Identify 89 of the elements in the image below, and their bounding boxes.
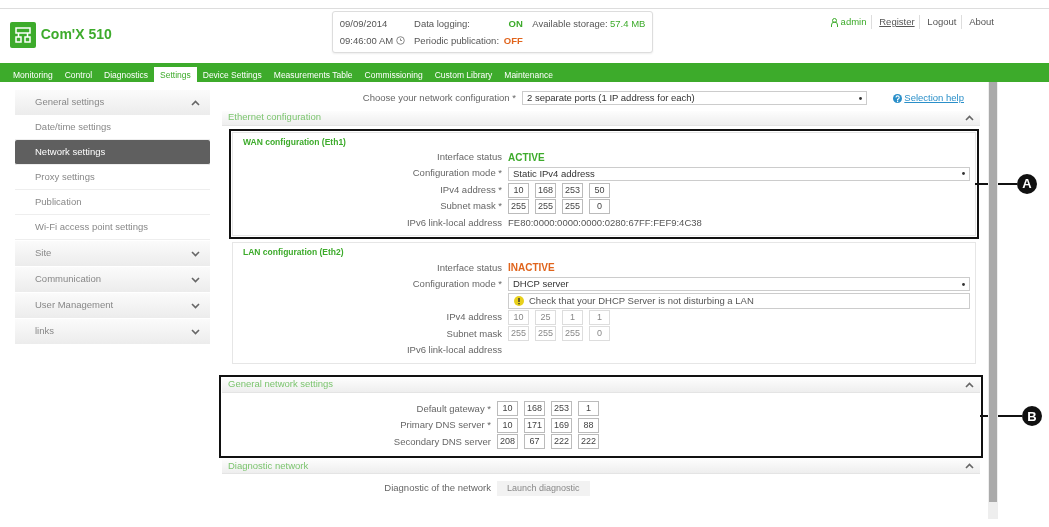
status-value: ON [508, 16, 523, 31]
ip-octet-field: 25 [535, 309, 556, 325]
status-label: Periodic publication: [414, 33, 500, 48]
status-label: Data logging: [414, 16, 470, 31]
field-label: Primary DNS server * [399, 418, 492, 433]
storage-label: Available storage: [532, 16, 608, 31]
scrollbar-thumb[interactable] [989, 82, 997, 502]
field-label: Secondary DNS server [392, 434, 492, 449]
ip-octet-field[interactable]: 255 [562, 199, 583, 214]
field-label: Subnet mask * [439, 199, 503, 214]
notice-text: Check that your DHCP Server is not disturbing a LAN [529, 293, 754, 308]
chevron-down-icon[interactable] [191, 250, 200, 257]
ip-octet-field[interactable]: 10 [497, 417, 518, 433]
ip-octet-field[interactable]: 50 [589, 182, 610, 198]
field-label: Interface status [436, 149, 503, 164]
ip-octet-field[interactable]: 171 [524, 417, 545, 433]
section-title: General network settings [228, 377, 334, 392]
field-value: FE80:0000:0000:0000:0280:67FF:FEF9:4C38 [508, 215, 702, 230]
status-value: OFF [503, 33, 523, 48]
date-text: 09/09/2014 [339, 16, 389, 31]
section-title: Diagnostic network [228, 458, 309, 473]
ip-octet-field: 1 [562, 309, 583, 325]
dropdown-icon [962, 282, 966, 286]
mode-select[interactable]: Static IPv4 address [508, 166, 971, 181]
help-icon [892, 93, 902, 103]
ip-octet-field[interactable]: 88 [578, 417, 599, 433]
field-label: Choose your network configuration * [361, 91, 517, 106]
mode-select[interactable]: DHCP server [508, 277, 971, 292]
field-label: IPv4 address [445, 310, 503, 325]
field-label: Subnet mask [445, 326, 503, 341]
chevron-down-icon[interactable] [191, 276, 200, 283]
ip-octet-field[interactable]: 10 [508, 182, 529, 198]
user-name: admin [840, 15, 867, 29]
chevron-up-icon[interactable] [965, 381, 974, 388]
field-label: Diagnostic of the network [383, 481, 492, 496]
field-label: Default gateway * [415, 401, 492, 416]
dropdown-icon [962, 172, 966, 175]
ip-octet-field[interactable]: 222 [551, 434, 572, 450]
config-select[interactable]: 2 separate ports (1 IP address for each) [522, 91, 867, 106]
ip-octet-field: 255 [508, 326, 529, 342]
ip-octet-field[interactable]: 67 [524, 434, 545, 450]
sidebar-group[interactable]: Site [15, 241, 210, 266]
callout-marker: A [1017, 173, 1037, 194]
ip-octet-field[interactable]: 255 [535, 199, 556, 214]
field-label: Interface status [436, 260, 503, 275]
field-label: Configuration mode * [411, 277, 503, 292]
header-link[interactable]: About [961, 15, 994, 30]
chevron-up-icon[interactable] [965, 114, 974, 121]
field-label: Configuration mode * [411, 166, 503, 181]
field-label: IPv6 link-local address [405, 343, 503, 358]
ip-octet-field[interactable]: 253 [562, 182, 583, 198]
ip-octet-field[interactable]: 168 [524, 401, 545, 417]
ip-octet-field[interactable]: 0 [589, 199, 610, 214]
sidebar-item[interactable]: Network settings [15, 140, 210, 165]
header-link[interactable]: Register [871, 15, 915, 30]
ip-octet-field[interactable]: 222 [578, 434, 599, 450]
chevron-up-icon[interactable] [965, 463, 974, 469]
ip-octet-field[interactable]: 169 [551, 417, 572, 433]
time-text: 09:46:00 AM [339, 33, 394, 48]
help-link[interactable]: Selection help [904, 91, 964, 106]
ip-octet-field[interactable]: 208 [497, 434, 518, 450]
ip-octet-field: 255 [535, 326, 556, 342]
scrollbar[interactable] [988, 82, 998, 519]
warning-icon [514, 295, 524, 306]
ip-octet-field[interactable]: 255 [508, 199, 529, 214]
ip-octet-field: 10 [508, 309, 529, 325]
ip-octet-field[interactable]: 253 [551, 401, 572, 417]
storage-value: 57.4 MB [610, 16, 646, 31]
section-title: Ethernet configuration [228, 110, 321, 125]
status-value: ACTIVE [508, 150, 545, 165]
chevron-down-icon[interactable] [191, 302, 200, 309]
callout-marker: B [1022, 406, 1042, 427]
product-name: Com'X 510 [40, 25, 112, 44]
ip-octet-field: 255 [562, 326, 583, 342]
ip-octet-field: 0 [589, 326, 610, 342]
field-label: IPv4 address * [439, 182, 503, 197]
chevron-down-icon[interactable] [191, 328, 200, 335]
ip-octet-field: 1 [589, 309, 610, 325]
user-icon [831, 17, 839, 27]
ip-octet-field[interactable]: 10 [497, 401, 518, 417]
status-value: INACTIVE [508, 261, 555, 276]
header-link[interactable]: Logout [919, 15, 957, 30]
dropdown-icon [859, 96, 862, 100]
field-label: IPv6 link-local address [405, 215, 503, 230]
clock-icon [395, 35, 405, 45]
chevron-up-icon[interactable] [191, 99, 200, 106]
diagnostic-button: Launch diagnostic [497, 480, 590, 496]
ip-octet-field[interactable]: 168 [535, 182, 556, 198]
ip-octet-field[interactable]: 1 [578, 401, 599, 417]
